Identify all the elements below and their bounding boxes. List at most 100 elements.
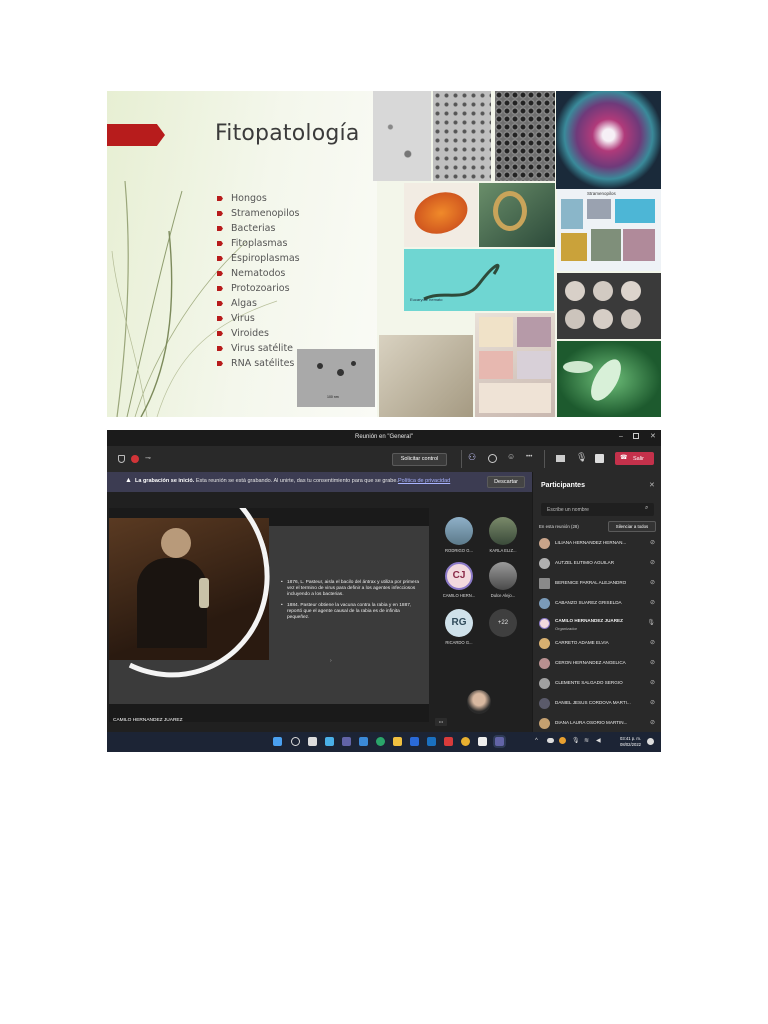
slide-title: Fitopatología: [215, 121, 360, 146]
shield-icon: [118, 455, 125, 463]
nematode-sem-image: [479, 183, 555, 247]
protozoa-image: [557, 341, 661, 417]
chrome-icon[interactable]: [461, 737, 470, 746]
bullet-item: Espiroplasmas: [217, 251, 300, 266]
mic-muted-icon: ⊘: [649, 720, 655, 726]
participant-tile[interactable]: KARLA ELIZ...: [485, 517, 521, 553]
share-tray-icon[interactable]: [595, 454, 604, 463]
bullet-item: Bacterias: [217, 221, 300, 236]
people-icon[interactable]: ⚇: [468, 452, 476, 463]
chat-app-icon[interactable]: [342, 737, 351, 746]
stramenopiles-label: Stramenopilos: [587, 191, 616, 196]
shared-bullet: 1876, L. Pasteur, aisla el bacilo del án…: [281, 580, 421, 598]
participants-search-input[interactable]: Escribe un nombre ⌕: [541, 503, 654, 516]
more-count: +22: [489, 609, 517, 637]
participant-row[interactable]: CARRETO ADAME ELVIA ⊘: [539, 636, 657, 652]
participant-name: CABANZO SUAREZ GRISELDA: [555, 600, 622, 605]
task-view-icon[interactable]: [308, 737, 317, 746]
close-window-icon[interactable]: ✕: [650, 432, 656, 440]
app-icon[interactable]: [359, 737, 368, 746]
close-panel-icon[interactable]: ✕: [649, 481, 655, 489]
tray-mic-icon[interactable]: 🎙: [572, 737, 580, 744]
file-explorer-icon[interactable]: [393, 737, 402, 746]
self-view-avatar: [467, 690, 491, 714]
banner-bold-text: La grabación se inició.: [135, 478, 195, 484]
participant-row[interactable]: BERENICE PARRAL ALEJANDRO ⊘: [539, 576, 657, 592]
window-title: Reunión en "General": [355, 434, 413, 440]
toolbar-divider: [461, 450, 462, 468]
slide-arc-decoration: [109, 508, 299, 706]
teams-icon[interactable]: [495, 737, 504, 746]
tray-app-icon[interactable]: [559, 737, 566, 744]
tile-name: RICARDO G...: [445, 640, 473, 645]
mic-muted-icon: ⊘: [649, 660, 655, 666]
mail-icon[interactable]: [427, 737, 436, 746]
mute-all-button[interactable]: Silenciar a todos: [608, 521, 656, 532]
chat-icon[interactable]: [488, 454, 497, 463]
participants-header: Participantes: [541, 482, 585, 489]
mic-muted-icon: ⊘: [649, 540, 655, 546]
clock[interactable]: 03:41 p. m. 08/02/2022: [613, 736, 641, 747]
micrograph-image: [433, 91, 491, 181]
bullet-item: Nematodos: [217, 266, 300, 281]
app-icon[interactable]: [444, 737, 453, 746]
volume-icon[interactable]: ◀: [596, 737, 601, 744]
more-actions-button[interactable]: •••: [526, 454, 532, 460]
participant-row[interactable]: CERON HERNANDEZ ANGELICA ⊘: [539, 656, 657, 672]
eucaryote-label: Eucaryote nemato: [410, 297, 443, 302]
participant-tile[interactable]: CJ CAMILO HERN...: [441, 562, 477, 598]
edge-icon[interactable]: [376, 737, 385, 746]
slide-next-arrow-icon: ›: [330, 658, 332, 664]
privacy-policy-link[interactable]: Política de privacidad: [398, 478, 450, 484]
wifi-icon[interactable]: ≋: [584, 737, 589, 744]
participant-name: CAMILO HERNANDEZ JUAREZ: [555, 618, 623, 623]
self-view-more-button[interactable]: •••: [435, 718, 447, 726]
start-icon[interactable]: [273, 737, 282, 746]
notifications-icon[interactable]: [647, 738, 654, 745]
leave-label: Salir: [633, 455, 645, 462]
participant-row[interactable]: DIANA LAURA OSORIO MARTIN... ⊘: [539, 716, 657, 732]
participant-tile[interactable]: RG RICARDO G...: [441, 609, 477, 645]
reactions-icon[interactable]: ☺: [507, 452, 515, 461]
participant-tile[interactable]: Dulce Alejo...: [485, 562, 521, 598]
maximize-icon[interactable]: [633, 433, 639, 439]
widgets-icon[interactable]: [325, 737, 334, 746]
leave-button[interactable]: ☎ Salir: [615, 452, 654, 465]
mic-off-icon[interactable]: 🎙: [576, 452, 587, 463]
teams-meeting-window: Reunión en "General" – ✕ ⊸ Solicitar con…: [107, 430, 661, 752]
camera-icon[interactable]: [556, 455, 565, 462]
request-control-button[interactable]: Solicitar control: [392, 453, 447, 466]
participant-row[interactable]: DANIEL JESUS CORDOVA MARTI... ⊘: [539, 696, 657, 712]
micrograph-image: [495, 91, 555, 181]
participant-role: Organizador: [555, 626, 578, 631]
clock-date: 08/02/2022: [620, 741, 641, 747]
participant-row[interactable]: AUTZEL EUTIMIO AGUILAR ⊘: [539, 556, 657, 572]
bullet-item: Virus: [217, 311, 300, 326]
participant-row[interactable]: CLEMENTE SALGADO SERGIO ⊘: [539, 676, 657, 692]
more-participants-tile[interactable]: +22: [485, 609, 521, 637]
participant-row[interactable]: CAMILO HERNANDEZ JUAREZ Organizador 🎙: [539, 616, 657, 632]
in-meeting-count[interactable]: En esta reunión (28): [539, 524, 579, 529]
search-icon[interactable]: [291, 737, 300, 746]
bullet-item: Protozoarios: [217, 281, 300, 296]
participant-tile[interactable]: RODRIGO G...: [441, 517, 477, 553]
dismiss-button[interactable]: Descartar: [487, 476, 525, 488]
search-placeholder: Escribe un nombre: [547, 506, 589, 513]
tray-chevron-icon[interactable]: ^: [535, 738, 538, 744]
shared-screen: 1876, L. Pasteur, aisla el bacilo del án…: [109, 508, 429, 722]
store-icon[interactable]: [410, 737, 419, 746]
participant-row[interactable]: CABANZO SUAREZ GRISELDA ⊘: [539, 596, 657, 612]
app-icon[interactable]: [478, 737, 487, 746]
virus-micrograph-image: 100 nm: [297, 349, 375, 407]
minimize-icon[interactable]: –: [619, 433, 623, 440]
bullet-item: Fitoplasmas: [217, 236, 300, 251]
participant-row[interactable]: LILIANA HERNANDEZ HERNAN... ⊘: [539, 536, 657, 552]
mic-muted-icon: ⊘: [649, 580, 655, 586]
mic-muted-icon: ⊘: [649, 560, 655, 566]
scale-bar-label: 100 nm: [327, 395, 339, 399]
meeting-stage: 1876, L. Pasteur, aisla el bacilo del án…: [107, 492, 532, 732]
mic-muted-icon: ⊘: [649, 700, 655, 706]
onedrive-icon[interactable]: [547, 738, 554, 743]
participants-panel: Participantes ✕ Escribe un nombre ⌕ En e…: [532, 472, 661, 732]
viroid-micrograph-image: [379, 335, 473, 417]
